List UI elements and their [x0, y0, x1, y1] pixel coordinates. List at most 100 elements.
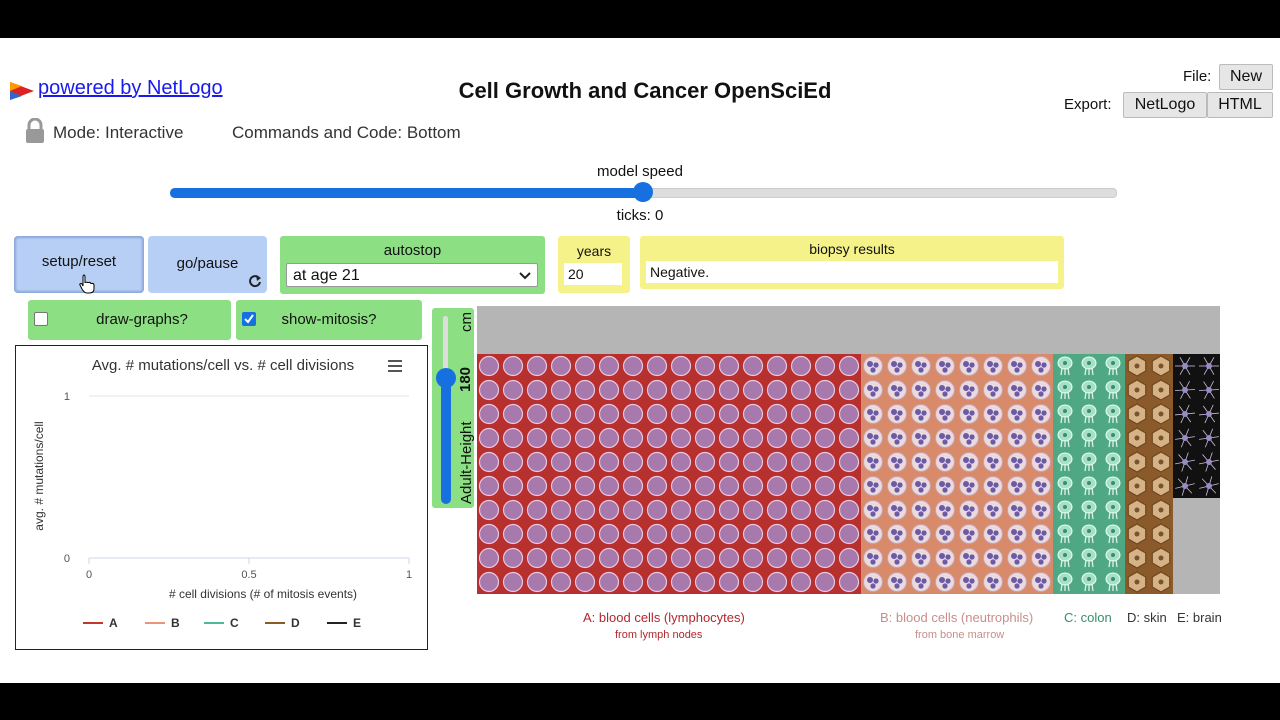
lymphocyte-cell: [598, 499, 620, 521]
adult-height-track[interactable]: [443, 316, 448, 376]
netlogo-world-view[interactable]: [477, 306, 1220, 594]
lymphocyte-cell: [838, 523, 860, 545]
lymphocyte-cell: [526, 451, 548, 473]
lymphocyte-cell: [550, 403, 572, 425]
speed-slider-handle[interactable]: [633, 182, 653, 202]
legend-item[interactable]: C: [204, 616, 239, 630]
lymphocyte-cell: [814, 547, 836, 569]
skin-cell: [1127, 451, 1147, 473]
neutrophil-cell: [935, 428, 955, 448]
lymphocyte-cell: [814, 355, 836, 377]
mode-toggle[interactable]: Mode: Interactive: [53, 123, 183, 143]
lymphocyte-cell: [838, 355, 860, 377]
lymphocyte-cell: [718, 547, 740, 569]
neutrophil-cell: [935, 476, 955, 496]
lymphocyte-cell: [718, 523, 740, 545]
neutrophil-cell: [1007, 452, 1027, 472]
neutrophil-cell: [935, 572, 955, 592]
legend-item[interactable]: D: [265, 616, 300, 630]
adult-height-handle[interactable]: [436, 368, 456, 388]
lymphocyte-cell: [646, 475, 668, 497]
lymphocyte-cell: [622, 451, 644, 473]
autostop-select[interactable]: at age 21: [286, 263, 538, 287]
file-label: File:: [1183, 68, 1212, 85]
lymphocyte-cell: [790, 451, 812, 473]
draw-graphs-switch[interactable]: draw-graphs?: [28, 300, 231, 340]
skin-cell: [1151, 571, 1171, 593]
neutrophil-cell: [911, 380, 931, 400]
neutrophil-cell: [983, 404, 1003, 424]
lymphocyte-cell: [550, 499, 572, 521]
export-netlogo-button[interactable]: NetLogo: [1123, 92, 1207, 118]
lymphocyte-cell: [622, 547, 644, 569]
commands-code-toggle[interactable]: Commands and Code: Bottom: [232, 123, 461, 143]
lymphocyte-cell: [598, 379, 620, 401]
skin-cell: [1151, 499, 1171, 521]
lymphocyte-cell: [766, 451, 788, 473]
lymphocyte-cell: [742, 571, 764, 593]
lymphocyte-cell: [478, 427, 500, 449]
adult-height-slider[interactable]: Adult-Height 180 cm: [432, 308, 475, 508]
tissue-d-label: D: skin: [1127, 610, 1167, 625]
neutrophil-cell: [1031, 428, 1051, 448]
lymphocyte-cell: [646, 523, 668, 545]
lymphocyte-cell: [742, 427, 764, 449]
lymphocyte-cell: [718, 427, 740, 449]
lymphocyte-cell: [646, 547, 668, 569]
lymphocyte-cell: [718, 475, 740, 497]
cell-world-canvas: [477, 354, 1220, 594]
lymphocyte-cell: [838, 499, 860, 521]
lymphocyte-cell: [766, 547, 788, 569]
lymphocyte-cell: [502, 355, 524, 377]
skin-cell: [1127, 571, 1147, 593]
skin-cell: [1151, 427, 1171, 449]
neutrophil-cell: [1031, 452, 1051, 472]
lymphocyte-cell: [502, 403, 524, 425]
menu-icon[interactable]: [388, 360, 402, 372]
lymphocyte-cell: [574, 571, 596, 593]
lymphocyte-cell: [742, 379, 764, 401]
lymphocyte-cell: [766, 523, 788, 545]
lymphocyte-cell: [598, 427, 620, 449]
lymphocyte-cell: [550, 547, 572, 569]
legend-item[interactable]: B: [145, 616, 180, 630]
biopsy-value: Negative.: [646, 261, 1058, 283]
lymphocyte-cell: [646, 379, 668, 401]
lymphocyte-cell: [550, 571, 572, 593]
legend-item[interactable]: A: [83, 616, 118, 630]
neutrophil-cell: [1031, 572, 1051, 592]
lymphocyte-cell: [670, 355, 692, 377]
lymphocyte-cell: [478, 547, 500, 569]
neutrophil-cell: [1007, 524, 1027, 544]
neutrophil-cell: [887, 356, 907, 376]
export-html-button[interactable]: HTML: [1207, 92, 1273, 118]
neutrophil-cell: [959, 548, 979, 568]
lymphocyte-cell: [814, 523, 836, 545]
skin-cell: [1151, 403, 1171, 425]
lymphocyte-cell: [670, 499, 692, 521]
show-mitosis-switch[interactable]: show-mitosis?: [236, 300, 422, 340]
x-tick-label: 1: [406, 569, 412, 581]
lymphocyte-cell: [502, 523, 524, 545]
lymphocyte-cell: [814, 451, 836, 473]
lymphocyte-cell: [502, 451, 524, 473]
autostop-selected-value: at age 21: [293, 267, 360, 284]
lymphocyte-cell: [478, 499, 500, 521]
neutrophil-cell: [935, 356, 955, 376]
lymphocyte-cell: [790, 547, 812, 569]
neutrophil-cell: [887, 524, 907, 544]
new-file-button[interactable]: New: [1219, 64, 1273, 90]
lock-icon[interactable]: [24, 118, 46, 144]
legend-item[interactable]: E: [327, 616, 361, 630]
neutrophil-cell: [911, 476, 931, 496]
lymphocyte-cell: [742, 475, 764, 497]
neutrophil-cell: [1031, 404, 1051, 424]
skin-cell: [1127, 355, 1147, 377]
lymphocyte-cell: [574, 403, 596, 425]
skin-cell: [1127, 475, 1147, 497]
neutrophil-cell: [887, 500, 907, 520]
lymphocyte-cell: [526, 499, 548, 521]
lymphocyte-cell: [838, 571, 860, 593]
lymphocyte-cell: [478, 403, 500, 425]
neutrophil-cell: [911, 356, 931, 376]
